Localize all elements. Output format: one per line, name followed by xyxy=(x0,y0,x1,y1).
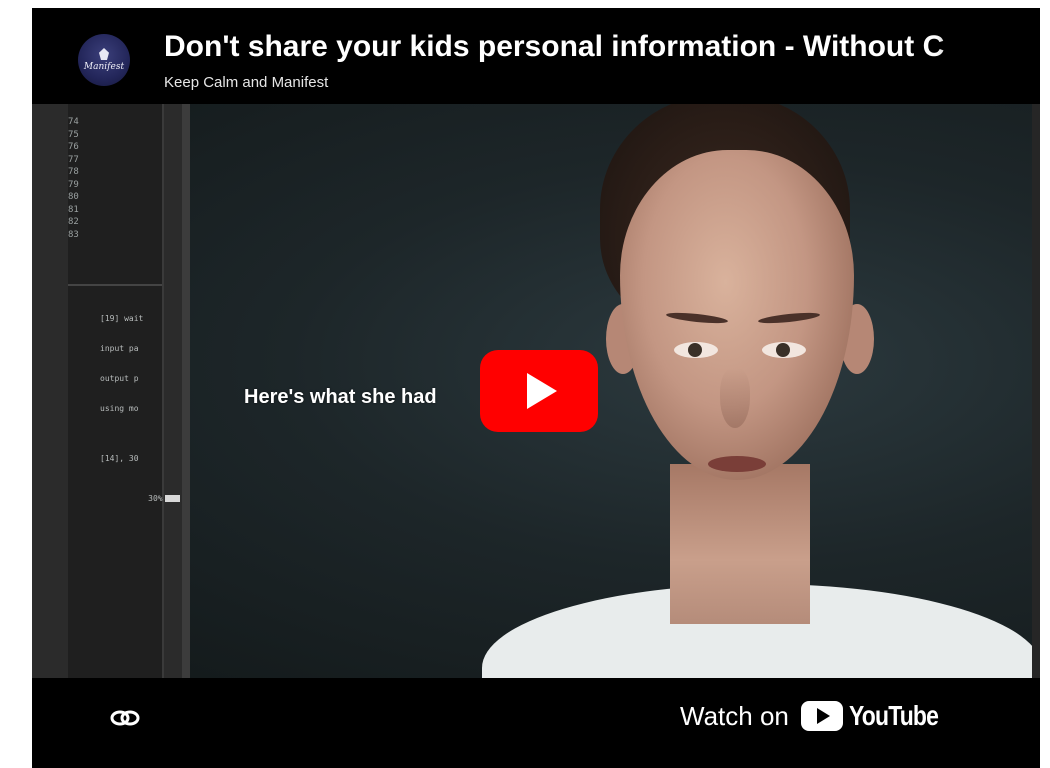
line-number: 78 xyxy=(68,167,79,177)
terminal-line-numbers: 74 75 76 77 78 79 80 81 82 83 xyxy=(68,116,120,241)
log-progress-text: 30% xyxy=(148,494,163,503)
line-number: 75 xyxy=(68,129,79,140)
line-number: 83 xyxy=(68,229,79,240)
avatar-logo-text: Manifest xyxy=(83,62,125,72)
line-number: 76 xyxy=(68,142,79,152)
terminal-divider xyxy=(68,284,162,286)
link-icon[interactable] xyxy=(110,708,140,728)
line-number: 82 xyxy=(68,217,79,227)
watch-on-youtube-link[interactable]: Watch on YouTube xyxy=(680,700,957,732)
youtube-logo-icon xyxy=(800,701,843,731)
presenter-eye-left xyxy=(674,342,718,358)
presenter-iris xyxy=(688,343,702,357)
presenter-mouth xyxy=(708,456,766,472)
terminal-log: [19] wait input pa output p using mo [14… xyxy=(100,294,180,534)
player-header: Manifest Don't share your kids personal … xyxy=(32,8,1040,104)
player-bottom-bar: Watch on YouTube xyxy=(32,678,1040,768)
log-line: [19] wait xyxy=(100,314,144,323)
channel-name[interactable]: Keep Calm and Manifest xyxy=(164,74,328,91)
line-number: 80 xyxy=(68,192,79,202)
play-button[interactable] xyxy=(480,350,598,432)
panel-divider xyxy=(182,104,190,678)
video-caption: Here's what she had xyxy=(244,386,437,408)
log-line: [14], 30 xyxy=(100,454,139,463)
log-line: input pa xyxy=(100,344,139,353)
play-icon xyxy=(527,373,557,409)
log-line-progress: 30% xyxy=(100,484,180,514)
channel-avatar[interactable]: Manifest xyxy=(78,34,130,86)
channel-logo-icon xyxy=(99,48,109,60)
video-title[interactable]: Don't share your kids personal informati… xyxy=(164,30,994,64)
progress-block xyxy=(164,495,180,502)
watch-on-label: Watch on xyxy=(680,700,789,731)
embedded-video-player[interactable]: Manifest Don't share your kids personal … xyxy=(32,8,1040,768)
right-edge-shade xyxy=(1032,104,1040,678)
terminal-panel: 74 75 76 77 78 79 80 81 82 83 [19] wait … xyxy=(32,104,182,678)
line-number: 77 xyxy=(68,154,79,165)
log-line: output p xyxy=(100,374,139,383)
line-number: 74 xyxy=(68,117,79,127)
youtube-play-glyph xyxy=(816,708,830,724)
line-number: 81 xyxy=(68,204,79,215)
link-icon-svg xyxy=(110,710,140,726)
presenter-iris xyxy=(776,343,790,357)
youtube-wordmark: YouTube xyxy=(848,700,939,731)
presenter-nose xyxy=(720,368,750,428)
log-line: using mo xyxy=(100,404,139,413)
presenter-eye-right xyxy=(762,342,806,358)
presenter-neck xyxy=(670,464,810,624)
line-number: 79 xyxy=(68,179,79,190)
